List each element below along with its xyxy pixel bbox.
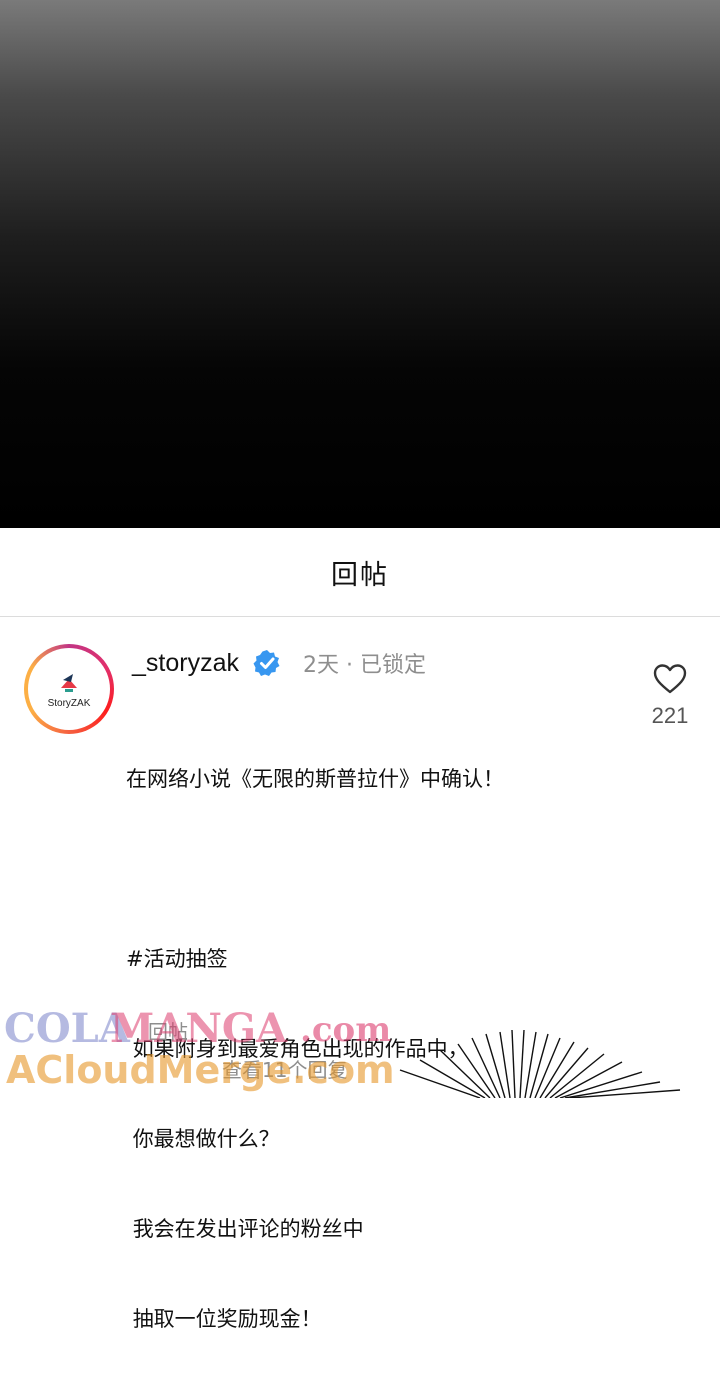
comment-line: 我会在发出评论的粉丝中 <box>126 1217 364 1241</box>
comment-line: 你最想做什么？ <box>126 1127 280 1151</box>
storyzak-logo-icon <box>61 673 77 692</box>
background-shade <box>0 0 720 528</box>
like-button[interactable]: 221 <box>640 663 700 729</box>
username[interactable]: _storyzak <box>132 649 239 678</box>
comment-meta: _storyzak 2天 · 已锁定 <box>132 647 426 679</box>
comment-line[interactable]: #活动抽签 <box>126 944 576 974</box>
comment-line: 抽取一位奖励现金！ <box>126 1307 322 1331</box>
comment-line: 在网络小说《无限的斯普拉什》中确认！ <box>126 767 504 791</box>
comment-time: 2天 · 已锁定 <box>302 653 426 678</box>
avatar-image: StoryZAK <box>28 648 110 730</box>
watermark-acloudmerge: ACloudMerge.com <box>6 1048 395 1092</box>
watermark-com: .com <box>300 1010 392 1050</box>
logo-text: StoryZAK <box>47 697 91 709</box>
speed-lines-decoration <box>399 1030 681 1098</box>
verified-badge-icon <box>253 650 280 676</box>
avatar[interactable]: StoryZAK <box>24 644 114 734</box>
sheet-header: 回帖 <box>0 528 720 617</box>
watermark-manga: MANGA <box>110 1005 288 1052</box>
comment-line <box>126 854 576 884</box>
sheet-title: 回帖 <box>331 559 389 591</box>
comment: StoryZAK _storyzak 2天 · 已锁定 在网络小说《无限的斯普拉… <box>0 617 720 1331</box>
heart-icon <box>653 664 687 694</box>
like-count: 221 <box>651 703 689 728</box>
